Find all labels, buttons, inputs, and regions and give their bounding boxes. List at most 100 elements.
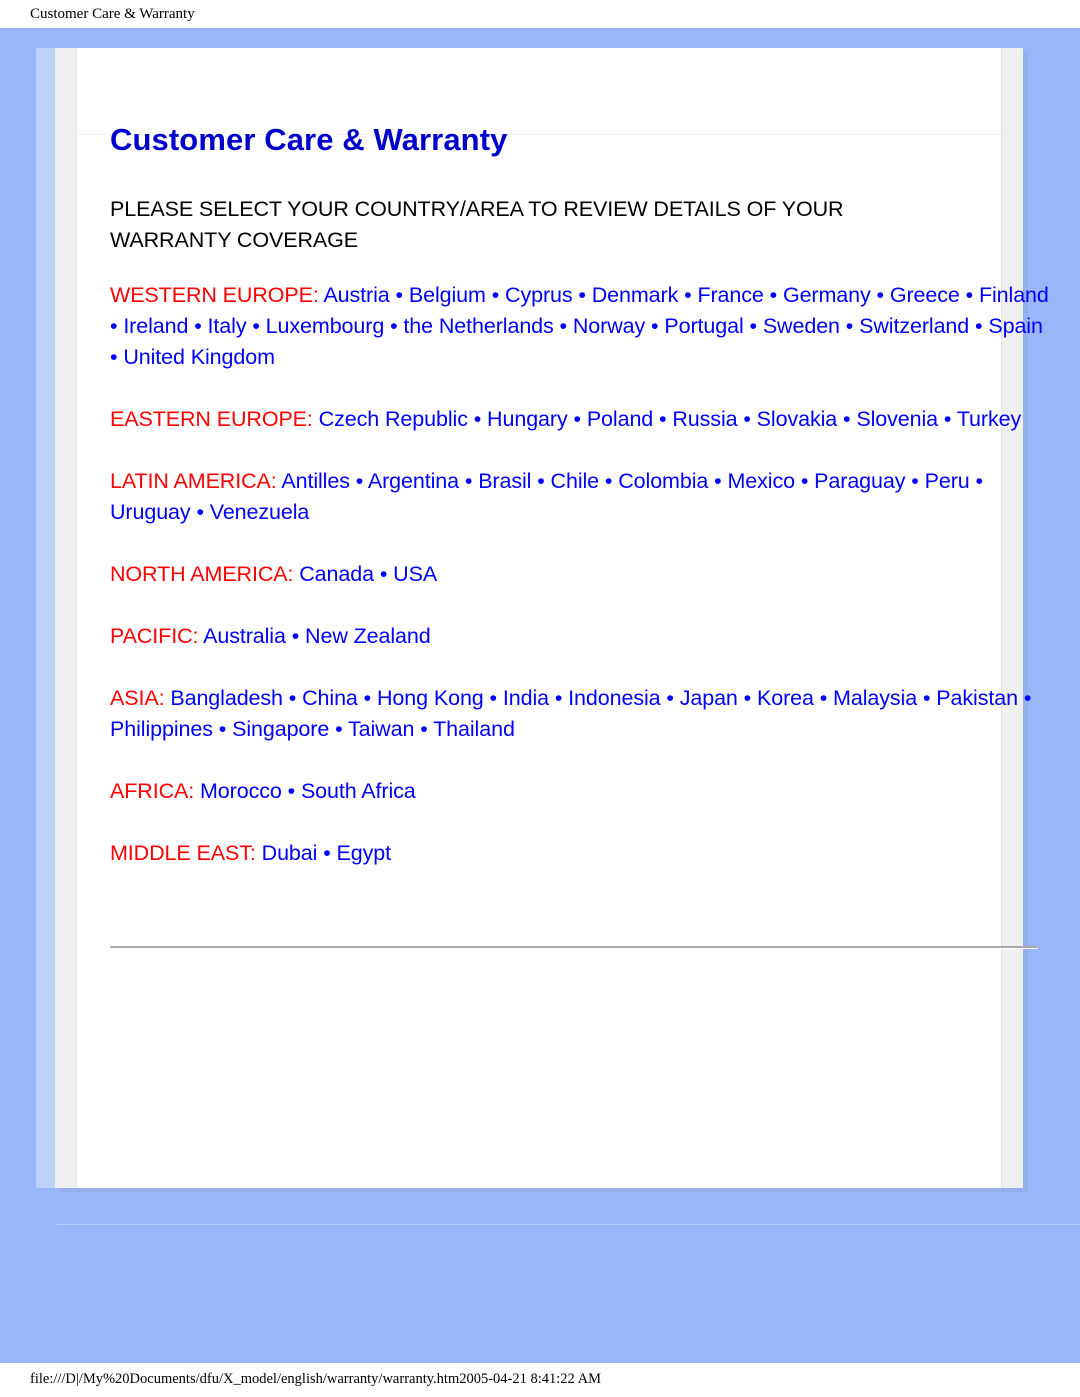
country-link[interactable]: Sweden: [763, 314, 840, 338]
country-link[interactable]: Uruguay: [110, 500, 191, 524]
bullet-separator-icon: •: [737, 686, 757, 710]
page-subtitle: PLEASE SELECT YOUR COUNTRY/AREA TO REVIE…: [110, 197, 844, 252]
country-link[interactable]: Venezuela: [210, 500, 310, 524]
region-block: WESTERN EUROPE: Austria • Belgium • Cypr…: [110, 280, 1050, 373]
country-link[interactable]: Canada: [299, 562, 374, 586]
country-link[interactable]: Japan: [680, 686, 738, 710]
country-link[interactable]: Antilles: [281, 469, 350, 493]
country-link[interactable]: Pakistan: [936, 686, 1018, 710]
country-link[interactable]: Taiwan: [348, 717, 414, 741]
country-link[interactable]: Germany: [783, 283, 871, 307]
region-block: PACIFIC: Australia • New Zealand: [110, 621, 1050, 652]
region-block: LATIN AMERICA: Antilles • Argentina • Br…: [110, 466, 1050, 528]
region-block: EASTERN EUROPE: Czech Republic • Hungary…: [110, 404, 1050, 435]
country-link[interactable]: Belgium: [409, 283, 486, 307]
country-link[interactable]: South Africa: [301, 779, 416, 803]
bullet-separator-icon: •: [969, 469, 983, 493]
country-link[interactable]: China: [302, 686, 358, 710]
country-link[interactable]: Slovakia: [757, 407, 838, 431]
bullet-separator-icon: •: [110, 314, 124, 338]
document-paper: Customer Care & Warranty PLEASE SELECT Y…: [55, 48, 1049, 1188]
bullet-separator-icon: •: [329, 717, 348, 741]
country-link[interactable]: Brasil: [478, 469, 531, 493]
region-label: LATIN AMERICA:: [110, 469, 277, 493]
bullet-separator-icon: •: [414, 717, 434, 741]
bullet-separator-icon: •: [317, 841, 337, 865]
bullet-separator-icon: •: [794, 469, 815, 493]
country-link[interactable]: New Zealand: [305, 624, 431, 648]
bullet-separator-icon: •: [349, 469, 368, 493]
bullet-separator-icon: •: [190, 500, 210, 524]
country-link[interactable]: Portugal: [664, 314, 743, 338]
country-link[interactable]: Czech Republic: [319, 407, 468, 431]
bullet-separator-icon: •: [917, 686, 937, 710]
country-link[interactable]: Cyprus: [505, 283, 573, 307]
bullet-separator-icon: •: [531, 469, 551, 493]
region-block: AFRICA: Morocco • South Africa: [110, 776, 1050, 807]
bullet-separator-icon: •: [467, 407, 488, 431]
bullet-separator-icon: •: [905, 469, 925, 493]
country-link[interactable]: Mexico: [727, 469, 795, 493]
country-link[interactable]: Spain: [988, 314, 1043, 338]
region-label: MIDDLE EAST:: [110, 841, 256, 865]
left-accent-strip: [36, 48, 56, 1188]
country-link[interactable]: Switzerland: [859, 314, 969, 338]
country-link[interactable]: Finland: [979, 283, 1049, 307]
country-link[interactable]: India: [503, 686, 549, 710]
bullet-separator-icon: •: [212, 717, 233, 741]
country-link[interactable]: Singapore: [232, 717, 329, 741]
bullet-separator-icon: •: [969, 314, 989, 338]
bullet-separator-icon: •: [708, 469, 728, 493]
country-link[interactable]: Italy: [208, 314, 247, 338]
country-link[interactable]: Hong Kong: [377, 686, 484, 710]
bullet-separator-icon: •: [763, 283, 783, 307]
country-link[interactable]: Australia: [203, 624, 286, 648]
country-link[interactable]: the Netherlands: [403, 314, 553, 338]
country-link[interactable]: Bangladesh: [170, 686, 283, 710]
bullet-separator-icon: •: [553, 314, 573, 338]
country-link[interactable]: Turkey: [957, 407, 1021, 431]
bullet-separator-icon: •: [938, 407, 957, 431]
bullet-separator-icon: •: [743, 314, 763, 338]
country-link[interactable]: Hungary: [487, 407, 568, 431]
country-link[interactable]: Paraguay: [814, 469, 905, 493]
country-link[interactable]: Russia: [672, 407, 737, 431]
country-link[interactable]: Slovenia: [856, 407, 938, 431]
country-link[interactable]: Dubai: [262, 841, 318, 865]
country-link[interactable]: France: [697, 283, 763, 307]
country-link[interactable]: USA: [393, 562, 437, 586]
region-label: ASIA:: [110, 686, 165, 710]
country-link[interactable]: Ireland: [123, 314, 188, 338]
bullet-separator-icon: •: [384, 314, 404, 338]
bullet-separator-icon: •: [188, 314, 208, 338]
browser-print-footer: file:///D|/My%20Documents/dfu/X_model/en…: [30, 1371, 602, 1387]
bullet-separator-icon: •: [389, 283, 409, 307]
country-link[interactable]: Norway: [573, 314, 645, 338]
country-link[interactable]: United Kingdom: [123, 345, 275, 369]
country-link[interactable]: Malaysia: [833, 686, 917, 710]
region-label: PACIFIC:: [110, 624, 199, 648]
country-link[interactable]: Denmark: [592, 283, 679, 307]
country-link[interactable]: Korea: [757, 686, 814, 710]
country-link[interactable]: Philippines: [110, 717, 213, 741]
country-link[interactable]: Peru: [925, 469, 970, 493]
country-link[interactable]: Indonesia: [568, 686, 660, 710]
bullet-separator-icon: •: [282, 686, 303, 710]
country-link[interactable]: Thailand: [433, 717, 515, 741]
bullet-separator-icon: •: [572, 283, 592, 307]
page-title: Customer Care & Warranty: [110, 122, 508, 157]
region-label: NORTH AMERICA:: [110, 562, 294, 586]
bullet-separator-icon: •: [285, 624, 306, 648]
country-link[interactable]: Luxembourg: [266, 314, 385, 338]
country-link[interactable]: Colombia: [618, 469, 708, 493]
country-link[interactable]: Argentina: [368, 469, 459, 493]
background-rule: [56, 1224, 1080, 1225]
country-link[interactable]: Chile: [551, 469, 600, 493]
country-link[interactable]: Poland: [587, 407, 653, 431]
bullet-separator-icon: •: [1017, 686, 1032, 710]
bullet-separator-icon: •: [737, 407, 757, 431]
country-link[interactable]: Austria: [323, 283, 389, 307]
country-link[interactable]: Egypt: [337, 841, 392, 865]
country-link[interactable]: Greece: [890, 283, 960, 307]
country-link[interactable]: Morocco: [200, 779, 282, 803]
